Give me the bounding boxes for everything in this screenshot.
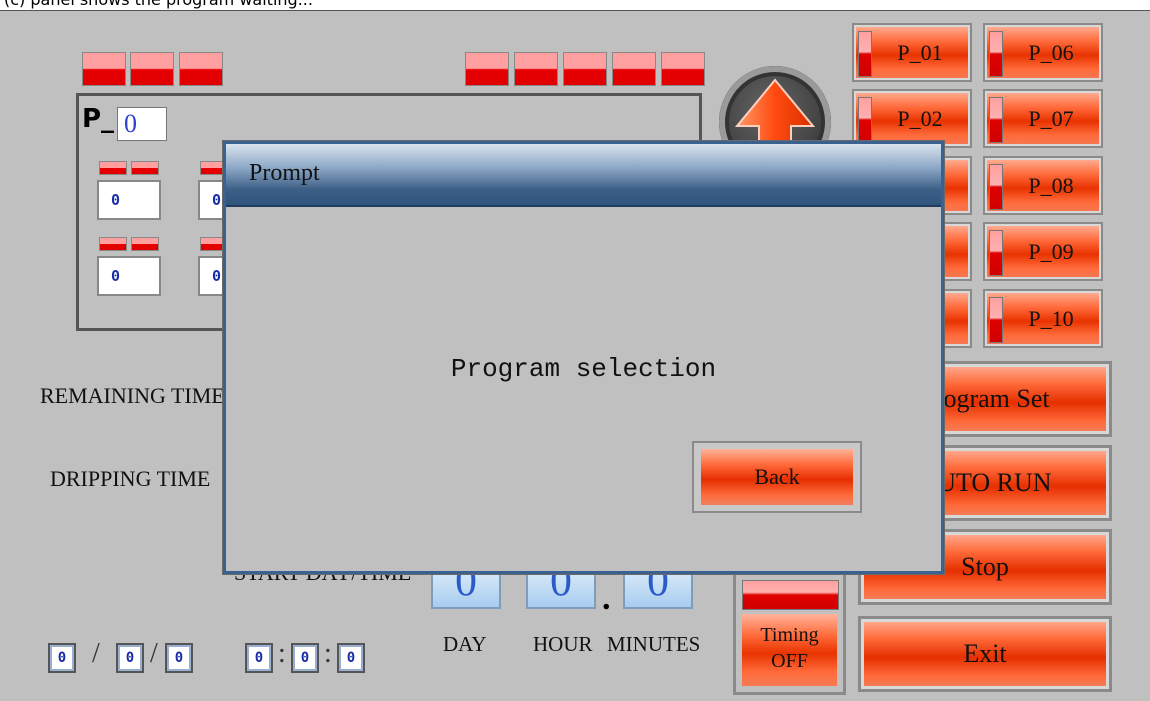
program-label: P_ bbox=[82, 104, 115, 134]
indicator-light bbox=[465, 52, 509, 86]
program-button-p01[interactable]: P_01 bbox=[852, 23, 972, 82]
timing-button-face: Timing OFF bbox=[742, 614, 837, 686]
caption-strip: (c) panel shows the program waiting... bbox=[0, 0, 1150, 10]
caption-text: (c) panel shows the program waiting... bbox=[4, 0, 313, 9]
back-button[interactable]: Back bbox=[692, 441, 862, 513]
small-indicator bbox=[131, 161, 159, 175]
button-label: P_08 bbox=[1028, 173, 1074, 198]
button-label: Exit bbox=[963, 639, 1007, 668]
value-field[interactable]: 0 bbox=[97, 180, 161, 220]
hour-label: HOUR bbox=[533, 632, 593, 656]
button-label: Back bbox=[701, 449, 853, 505]
timing-indicator bbox=[742, 580, 839, 610]
dialog-title-bar[interactable]: Prompt bbox=[226, 144, 941, 207]
indicator-light bbox=[179, 52, 223, 86]
small-indicator bbox=[131, 237, 159, 251]
indicator-light bbox=[514, 52, 558, 86]
timing-toggle[interactable]: Timing OFF bbox=[733, 571, 846, 695]
date-field[interactable]: 0 bbox=[48, 643, 76, 673]
time-separator: : bbox=[324, 638, 332, 669]
remaining-time-label: REMAINING TIME bbox=[40, 383, 225, 408]
day-label: DAY bbox=[443, 632, 487, 656]
program-number-field[interactable]: 0 bbox=[117, 107, 167, 141]
time-separator-dot: . bbox=[602, 580, 611, 617]
program-button-p02[interactable]: P_02 bbox=[852, 89, 972, 148]
date-field[interactable]: 0 bbox=[116, 643, 144, 673]
button-label: P_09 bbox=[1028, 239, 1074, 264]
indicator-light bbox=[612, 52, 656, 86]
minutes-label: MINUTES bbox=[607, 632, 701, 656]
program-button-p09[interactable]: P_09 bbox=[983, 222, 1103, 281]
program-button-p10[interactable]: P_10 bbox=[983, 289, 1103, 348]
indicator-light bbox=[661, 52, 705, 86]
button-label: P_01 bbox=[897, 40, 943, 65]
program-button-p06[interactable]: P_06 bbox=[983, 23, 1103, 82]
indicator-light bbox=[130, 52, 174, 86]
dialog-message: Program selection bbox=[450, 354, 717, 384]
button-label: P_10 bbox=[1028, 306, 1074, 331]
exit-button[interactable]: Exit bbox=[858, 616, 1112, 692]
button-label: P_07 bbox=[1028, 106, 1074, 131]
date-field[interactable]: 0 bbox=[165, 643, 193, 673]
button-label: P_06 bbox=[1028, 40, 1074, 65]
program-button-p07[interactable]: P_07 bbox=[983, 89, 1103, 148]
dripping-time-label: DRIPPING TIME bbox=[50, 466, 211, 491]
indicator-light bbox=[563, 52, 607, 86]
value-field[interactable]: 0 bbox=[97, 256, 161, 296]
button-label: P_02 bbox=[897, 106, 943, 131]
small-indicator bbox=[99, 237, 127, 251]
date-separator: / bbox=[150, 638, 158, 669]
indicator-light bbox=[82, 52, 126, 86]
dialog-title: Prompt bbox=[249, 160, 320, 186]
timing-state: OFF bbox=[771, 650, 808, 672]
time-field[interactable]: 0 bbox=[245, 643, 273, 673]
program-button-p08[interactable]: P_08 bbox=[983, 156, 1103, 215]
prompt-dialog: Prompt Program selection Back bbox=[223, 141, 944, 574]
small-indicator bbox=[99, 161, 127, 175]
time-field[interactable]: 0 bbox=[337, 643, 365, 673]
timing-label: Timing bbox=[760, 624, 819, 646]
time-field[interactable]: 0 bbox=[291, 643, 319, 673]
date-separator: / bbox=[92, 638, 100, 669]
time-separator: : bbox=[278, 638, 286, 669]
